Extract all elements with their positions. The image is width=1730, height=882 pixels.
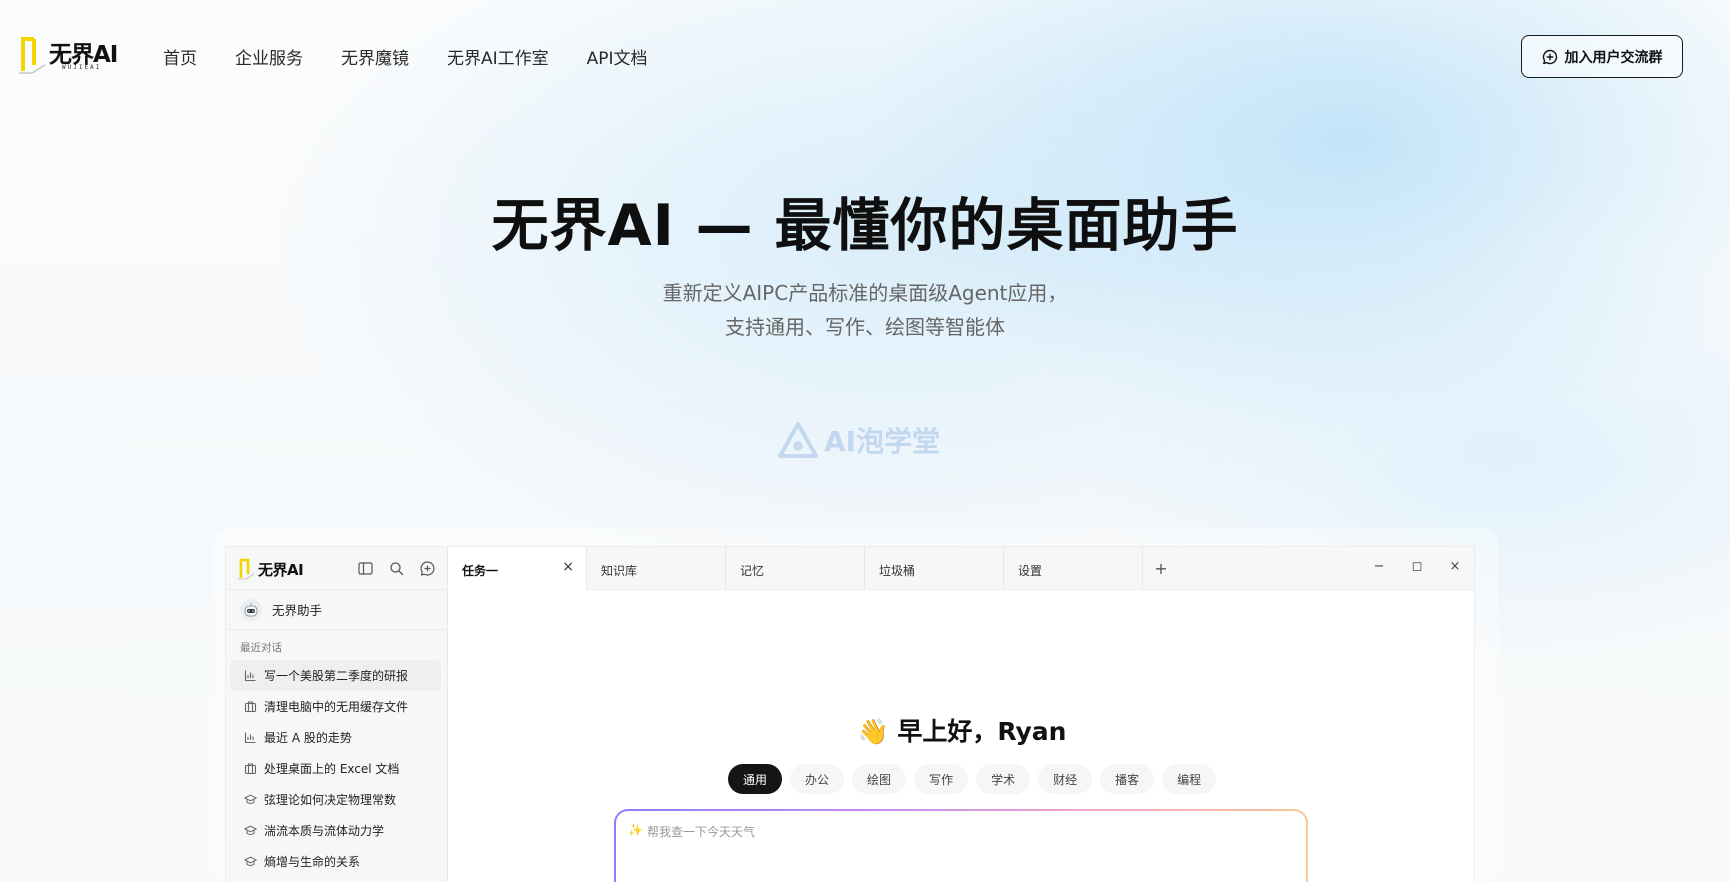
app-logo: 无界AI	[238, 558, 304, 580]
conversation-label: 清理电脑中的无用缓存文件	[264, 700, 409, 714]
category-chip-general[interactable]: 通用	[728, 764, 783, 794]
app-logo-mark-icon	[238, 558, 255, 580]
maximize-icon[interactable]: ◻	[1410, 559, 1424, 574]
watermark-text: AI泡学堂	[824, 425, 941, 458]
graduation-cap-icon	[244, 856, 257, 867]
assistant-avatar	[240, 598, 262, 621]
app-logo-text: 无界AI	[258, 560, 304, 579]
recent-conversations-label: 最近对话	[240, 642, 282, 654]
conversation-item[interactable]: 最近 A 股的走势	[230, 722, 441, 753]
tab-label: 垃圾桶	[879, 564, 916, 578]
category-chip-writing[interactable]: 写作	[914, 764, 969, 794]
minimize-icon[interactable]: −	[1372, 559, 1386, 574]
wave-icon: 👋	[857, 717, 889, 746]
watermark-logo-icon	[778, 422, 818, 458]
conversation-item[interactable]: 清理电脑中的无用缓存文件	[230, 691, 441, 722]
sidebar-toolbar	[357, 560, 436, 577]
hero-title: 无界AI — 最懂你的桌面助手	[491, 193, 1239, 259]
join-user-group-button[interactable]: 加入用户交流群	[1521, 35, 1683, 78]
chat-plus-icon	[1542, 49, 1557, 64]
conversation-label: 弦理论如何决定物理常数	[264, 793, 397, 807]
new-chat-icon[interactable]	[419, 560, 436, 577]
category-chip-coding[interactable]: 编程	[1162, 764, 1217, 794]
conversation-item[interactable]: 熵增与生命的关系	[230, 846, 441, 877]
logo-subtext: WUJIEAI	[62, 64, 102, 71]
add-tab-button[interactable]: +	[1143, 547, 1179, 590]
tab-label: 知识库	[601, 564, 638, 578]
app-preview-window: 无界AI 无界助手 最近对话 写一个美股第二季度的研报 清理电脑中的无用缓存文件…	[225, 546, 1475, 882]
assistant-name: 无界助手	[272, 603, 323, 618]
search-icon[interactable]	[388, 560, 405, 577]
conversation-item[interactable]: 湍流本质与流体动力学	[230, 815, 441, 846]
conversation-label: 熵增与生命的关系	[264, 855, 361, 869]
sparkle-icon: ✨	[628, 823, 643, 837]
nav-links: 首页 企业服务 无界魔镜 无界AI工作室 API文档	[163, 44, 686, 69]
category-chip-academic[interactable]: 学术	[976, 764, 1031, 794]
hero-subtitle-line-1: 重新定义AIPC产品标准的桌面级Agent应用，	[662, 281, 1068, 305]
watermark: AI泡学堂	[778, 420, 940, 460]
chart-icon	[244, 670, 256, 682]
tab-label: 记忆	[740, 564, 765, 578]
graduation-cap-icon	[244, 794, 257, 805]
category-chip-finance[interactable]: 财经	[1038, 764, 1093, 794]
conversation-item[interactable]: 写一个美股第二季度的研报	[230, 660, 441, 691]
prompt-input-box[interactable]: ✨ 帮我查一下今天天气	[614, 809, 1308, 882]
tab-memory[interactable]: 记忆	[726, 547, 865, 590]
tab-trash[interactable]: 垃圾桶	[865, 547, 1004, 590]
nav-link-api-docs[interactable]: API文档	[587, 44, 648, 69]
sidebar-header: 无界AI	[226, 547, 447, 590]
nav-link-enterprise[interactable]: 企业服务	[235, 44, 303, 69]
tab-task-1[interactable]: 任务一 ×	[448, 547, 587, 591]
tab-close-icon[interactable]: ×	[562, 559, 574, 575]
conversation-item[interactable]: 弦理论如何决定物理常数	[230, 784, 441, 815]
category-chip-podcast[interactable]: 播客	[1100, 764, 1155, 794]
hero-subtitle-line-2: 支持通用、写作、绘图等智能体	[725, 315, 1005, 339]
tab-settings[interactable]: 设置	[1004, 547, 1143, 590]
briefcase-icon	[244, 763, 257, 775]
assistant-entry[interactable]: 无界助手	[226, 590, 447, 630]
robot-icon	[244, 602, 258, 616]
prompt-placeholder: 帮我查一下今天天气	[646, 825, 755, 839]
chart-icon	[244, 732, 256, 744]
prompt-input[interactable]: ✨ 帮我查一下今天天气	[616, 811, 1306, 882]
graduation-cap-icon	[244, 825, 257, 836]
sidebar-toggle-icon[interactable]	[357, 560, 374, 577]
tab-label: 任务一	[462, 564, 499, 578]
app-sidebar: 无界AI 无界助手 最近对话 写一个美股第二季度的研报 清理电脑中的无用缓存文件…	[226, 547, 448, 882]
tab-knowledge-base[interactable]: 知识库	[587, 547, 726, 590]
conversation-item[interactable]: 处理桌面上的 Excel 文档	[230, 753, 441, 784]
nav-link-home[interactable]: 首页	[163, 44, 197, 69]
logo-mark-icon	[19, 37, 46, 74]
category-chips: 通用 办公 绘图 写作 学术 财经 播客 编程	[728, 764, 1217, 794]
tab-label: 设置	[1018, 564, 1043, 578]
nav-link-mirror[interactable]: 无界魔镜	[341, 44, 409, 69]
hero-subtitle: 重新定义AIPC产品标准的桌面级Agent应用， 支持通用、写作、绘图等智能体	[0, 276, 1730, 344]
category-chip-drawing[interactable]: 绘图	[852, 764, 907, 794]
brand-logo[interactable]: 无界AI WUJIEAI	[18, 34, 126, 76]
greeting: 👋 早上好，Ryan	[448, 712, 1474, 748]
nav-link-studio[interactable]: 无界AI工作室	[447, 44, 549, 69]
top-navigation: 无界AI WUJIEAI 首页 企业服务 无界魔镜 无界AI工作室 API文档 …	[0, 0, 1730, 110]
close-icon[interactable]: ×	[1448, 559, 1462, 574]
greeting-text: 早上好，Ryan	[897, 717, 1067, 746]
tab-bar: 任务一 × 知识库 记忆 垃圾桶 设置 + − ◻ ×	[448, 547, 1474, 591]
conversation-label: 湍流本质与流体动力学	[264, 824, 385, 838]
join-user-group-label: 加入用户交流群	[1564, 49, 1663, 66]
conversation-label: 写一个美股第二季度的研报	[264, 669, 409, 683]
category-chip-office[interactable]: 办公	[790, 764, 845, 794]
briefcase-icon	[244, 701, 257, 713]
conversation-label: 处理桌面上的 Excel 文档	[264, 762, 400, 776]
conversation-label: 最近 A 股的走势	[264, 731, 352, 745]
window-controls: − ◻ ×	[1372, 559, 1462, 574]
